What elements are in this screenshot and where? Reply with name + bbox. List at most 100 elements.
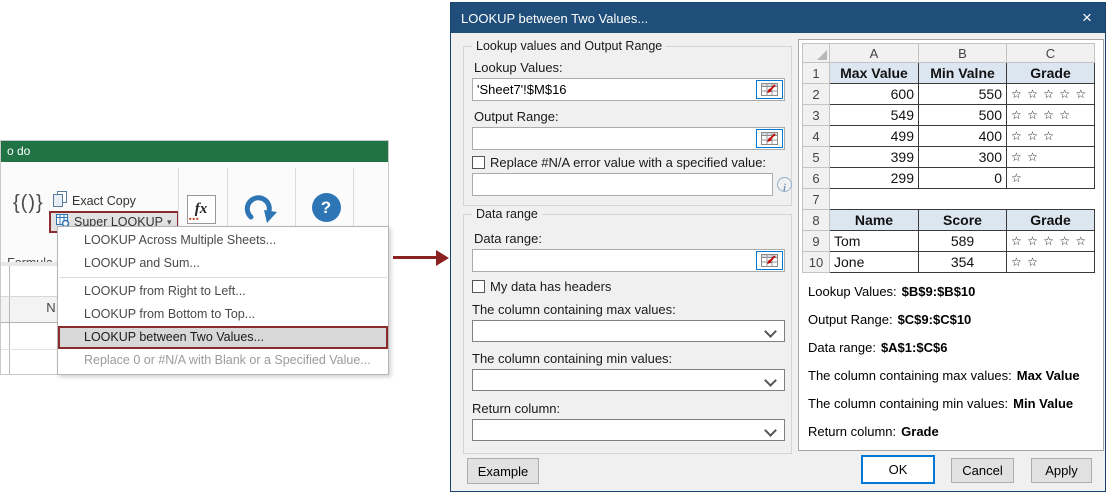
table-row: 9 Tom 589 ☆ ☆ ☆ ☆ ☆ <box>803 231 1095 252</box>
summary-line: The column containing max values:Max Val… <box>808 368 1080 396</box>
example-summary: Lookup Values:$B$9:$B$10 Output Range:$C… <box>808 284 1080 452</box>
cell: 550 <box>919 84 1007 105</box>
cell: Max Value <box>830 63 919 84</box>
replace-na-input[interactable] <box>472 173 773 196</box>
column-header-a: A <box>830 44 919 63</box>
chevron-down-icon <box>764 325 777 338</box>
gridline <box>9 297 10 322</box>
menu-item-lookup-between-two-values[interactable]: LOOKUP between Two Values... <box>58 326 388 349</box>
apply-button[interactable]: Apply <box>1031 458 1092 483</box>
name-box-divider <box>9 266 10 296</box>
chevron-down-icon <box>764 424 777 437</box>
super-lookup-menu: LOOKUP Across Multiple Sheets... LOOKUP … <box>57 226 389 375</box>
headers-checkbox-label: My data has headers <box>490 279 611 294</box>
range-picker-button[interactable] <box>756 129 783 148</box>
exact-copy-button[interactable]: Exact Copy <box>53 191 136 210</box>
cell: Score <box>919 210 1007 231</box>
table-row: 5 399 300 ☆ ☆ <box>803 147 1095 168</box>
return-col-label: Return column: <box>472 401 560 416</box>
corner-triangle-icon <box>817 50 827 60</box>
row-number: 3 <box>803 105 830 126</box>
cell <box>830 189 919 210</box>
cell: 549 <box>830 105 919 126</box>
cell: Min Valne <box>919 63 1007 84</box>
lookup-values-group: Lookup values and Output Range Lookup Va… <box>463 46 792 206</box>
arrow-head <box>436 250 449 266</box>
rerun-button[interactable] <box>239 193 283 230</box>
lookup-values-row <box>472 78 785 101</box>
min-col-dropdown[interactable] <box>472 369 785 391</box>
connector-arrow <box>393 250 449 266</box>
arrow-line <box>393 256 438 259</box>
range-picker-button[interactable] <box>756 80 783 99</box>
table-row: 10 Jone 354 ☆ ☆ <box>803 252 1095 273</box>
table-row: 4 499 400 ☆ ☆ ☆ <box>803 126 1095 147</box>
row-number: 2 <box>803 84 830 105</box>
help-button[interactable]: ? <box>306 193 346 222</box>
row-number: 9 <box>803 231 830 252</box>
summary-line: Lookup Values:$B$9:$B$10 <box>808 284 1080 312</box>
select-all-corner <box>803 44 830 63</box>
lookup-values-input[interactable] <box>472 78 785 101</box>
cell: ☆ ☆ ☆ ☆ <box>1007 105 1095 126</box>
cell: Jone <box>830 252 919 273</box>
row-number: 5 <box>803 147 830 168</box>
dialog-title: LOOKUP between Two Values... <box>451 11 1069 26</box>
tab-bar-text: o do <box>7 144 30 158</box>
data-range-input[interactable] <box>472 249 785 272</box>
chevron-down-icon <box>764 374 777 387</box>
table-row: 7 <box>803 189 1095 210</box>
cell: ☆ ☆ <box>1007 147 1095 168</box>
ribbon-tab-bar: o do <box>1 141 388 162</box>
cell: 589 <box>919 231 1007 252</box>
cell <box>919 189 1007 210</box>
max-col-label: The column containing max values: <box>472 302 676 317</box>
cell: ☆ ☆ ☆ <box>1007 126 1095 147</box>
cell: 0 <box>919 168 1007 189</box>
replace-na-row: Replace #N/A error value with a specifie… <box>472 155 766 170</box>
help-icon: ? <box>312 193 341 222</box>
example-button[interactable]: Example <box>467 458 539 484</box>
table-row: 8 Name Score Grade <box>803 210 1095 231</box>
max-col-dropdown[interactable] <box>472 320 785 342</box>
cell: Name <box>830 210 919 231</box>
ok-button[interactable]: OK <box>861 455 935 484</box>
cell: 400 <box>919 126 1007 147</box>
menu-item-lookup-right-to-left[interactable]: LOOKUP from Right to Left... <box>58 280 388 303</box>
return-col-dropdown[interactable] <box>472 419 785 441</box>
cell: ☆ ☆ ☆ ☆ ☆ <box>1007 231 1095 252</box>
summary-line: Return column:Grade <box>808 424 1080 452</box>
formula-helper-icon: {()} <box>13 192 44 215</box>
more-button[interactable]: fx <box>184 195 218 224</box>
summary-line: Data range:$A$1:$C$6 <box>808 340 1080 368</box>
output-range-row <box>472 127 785 150</box>
cell: 300 <box>919 147 1007 168</box>
cell <box>1007 189 1095 210</box>
menu-item-lookup-and-sum[interactable]: LOOKUP and Sum... <box>58 252 388 275</box>
example-preview-panel: A B C 1 Max Value Min Valne Grade 2 600 … <box>798 39 1104 451</box>
cell: Tom <box>830 231 919 252</box>
data-range-label: Data range: <box>474 231 542 246</box>
data-range-row <box>472 249 785 272</box>
table-column-headers: A B C <box>803 44 1095 63</box>
output-range-label: Output Range: <box>474 109 559 124</box>
headers-checkbox[interactable] <box>472 280 485 293</box>
cancel-button[interactable]: Cancel <box>951 458 1014 483</box>
headers-checkbox-row: My data has headers <box>472 279 611 294</box>
data-range-group: Data range Data range: <box>463 214 792 454</box>
cell: 500 <box>919 105 1007 126</box>
info-icon <box>777 177 792 192</box>
cell: Grade <box>1007 210 1095 231</box>
range-picker-icon <box>761 83 778 96</box>
cell: 600 <box>830 84 919 105</box>
row-number: 8 <box>803 210 830 231</box>
range-picker-icon <box>761 254 778 267</box>
replace-na-checkbox[interactable] <box>472 156 485 169</box>
close-icon[interactable]: × <box>1069 3 1105 33</box>
row-number: 1 <box>803 63 830 84</box>
menu-item-lookup-bottom-to-top[interactable]: LOOKUP from Bottom to Top... <box>58 303 388 326</box>
menu-item-replace-0-or-na[interactable]: Replace 0 or #N/A with Blank or a Specif… <box>58 349 388 372</box>
range-picker-button[interactable] <box>756 251 783 270</box>
output-range-input[interactable] <box>472 127 785 150</box>
menu-item-lookup-across-multiple-sheets[interactable]: LOOKUP Across Multiple Sheets... <box>58 229 388 252</box>
